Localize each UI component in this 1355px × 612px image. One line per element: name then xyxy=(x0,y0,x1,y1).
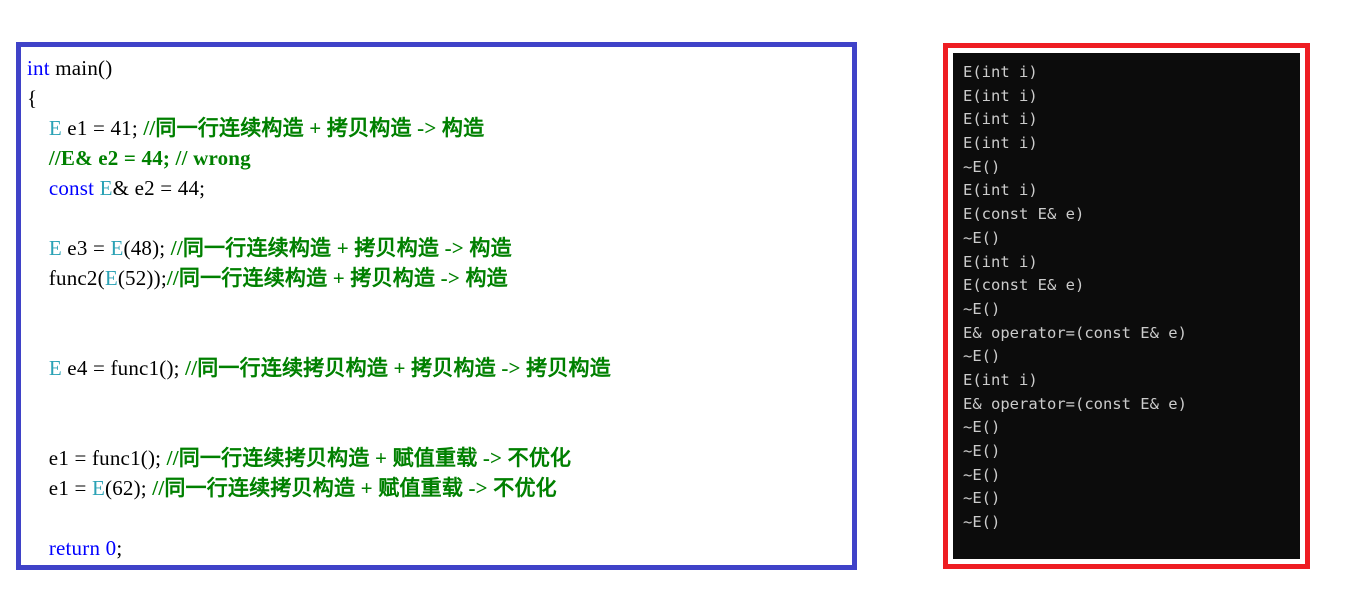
code-token-plain: (52)); xyxy=(117,266,167,290)
code-line: E e1 = 41; //同一行连续构造 + 拷贝构造 -> 构造 xyxy=(27,113,852,143)
console-line: E(int i) xyxy=(963,110,1038,129)
code-token-cmt: //同一行连续构造 + 拷贝构造 -> 构造 xyxy=(170,236,512,260)
code-token-type: E xyxy=(104,266,118,290)
console-line: E(int i) xyxy=(963,370,1038,389)
code-line: E e4 = func1(); //同一行连续拷贝构造 + 拷贝构造 -> 拷贝… xyxy=(27,353,852,383)
code-line: { xyxy=(27,83,852,113)
code-listing: int main() { E e1 = 41; //同一行连续构造 + 拷贝构造 … xyxy=(21,47,852,570)
code-token-cmt: //同一行连续拷贝构造 + 拷贝构造 -> 拷贝构造 xyxy=(185,356,611,380)
console-line: E(int i) xyxy=(963,134,1038,153)
code-token-kw: const xyxy=(48,176,95,200)
code-token-type: E xyxy=(48,116,62,140)
code-token-plain: e1 = 41; xyxy=(61,116,144,140)
code-line: e1 = func1(); //同一行连续拷贝构造 + 赋值重载 -> 不优化 xyxy=(27,443,852,473)
code-line: e1 = E(62); //同一行连续拷贝构造 + 赋值重载 -> 不优化 xyxy=(27,473,852,503)
code-token-kw: 0 xyxy=(105,536,117,560)
code-token-plain: (62); xyxy=(105,476,153,500)
code-token-type: E xyxy=(48,236,62,260)
console-line: ~E() xyxy=(963,347,1001,366)
code-editor-panel: int main() { E e1 = 41; //同一行连续构造 + 拷贝构造 … xyxy=(16,42,857,570)
code-token-plain: e3 = xyxy=(61,236,111,260)
code-token-plain: func2( xyxy=(27,266,105,290)
console-line: ~E() xyxy=(963,442,1001,460)
console-line: E(int i) xyxy=(963,181,1038,200)
code-token-cmt: //同一行连续拷贝构造 + 赋值重载 -> 不优化 xyxy=(152,476,557,500)
console-line: ~E() xyxy=(963,465,1001,484)
code-token-plain: e1 = func1(); xyxy=(27,446,167,470)
console-line-list: E(int i) E(int i) E(int i) E(int i) ~E() E(in… xyxy=(963,61,1300,535)
code-token-cmt: //E& e2 = 44; // wrong xyxy=(48,146,251,170)
code-token-plain: & e2 = 44; xyxy=(112,176,206,200)
console-line: E(int i) xyxy=(963,252,1038,271)
code-token-plain: (48); xyxy=(123,236,171,260)
code-token-plain: { xyxy=(27,86,38,110)
console-line: ~E() xyxy=(963,299,1001,318)
code-line: func2(E(52));//同一行连续构造 + 拷贝构造 -> 构造 xyxy=(27,263,852,293)
console-line: ~E() xyxy=(963,228,1001,247)
code-token-cmt: //同一行连续构造 + 拷贝构造 -> 构造 xyxy=(143,116,485,140)
console-line: ~E() xyxy=(963,418,1001,437)
console-screen: E(int i) E(int i) E(int i) E(int i) ~E() E(in… xyxy=(953,53,1300,559)
code-token-plain: main() xyxy=(49,56,113,80)
console-line: E(int i) xyxy=(963,63,1038,81)
code-token-kw: return xyxy=(48,536,101,560)
code-token-plain: ; xyxy=(116,536,123,560)
console-line: ~E() xyxy=(963,157,1001,176)
console-output-panel: E(int i) E(int i) E(int i) E(int i) ~E() E(in… xyxy=(943,43,1310,569)
code-line: E e3 = E(48); //同一行连续构造 + 拷贝构造 -> 构造 xyxy=(27,233,852,263)
console-line: E& operator=(const E& e) xyxy=(963,394,1187,413)
code-token-kw: int xyxy=(27,56,50,80)
console-line: E(int i) xyxy=(963,86,1038,105)
code-line: return 0; xyxy=(27,533,852,563)
console-line: E(const E& e) xyxy=(963,276,1085,295)
code-token-type: E xyxy=(110,236,124,260)
code-token-type: E xyxy=(48,356,62,380)
code-token-type: E xyxy=(99,176,113,200)
code-token-type: E xyxy=(91,476,105,500)
code-token-plain: } xyxy=(27,566,37,570)
console-line: ~E() xyxy=(963,513,1001,532)
code-token-plain: e1 = xyxy=(27,476,92,500)
code-token-cmt: //同一行连续构造 + 拷贝构造 -> 构造 xyxy=(166,266,508,290)
code-line: } xyxy=(27,563,852,570)
code-line: int main() xyxy=(27,53,852,83)
code-token-cmt: //同一行连续拷贝构造 + 赋值重载 -> 不优化 xyxy=(166,446,572,470)
code-line: //E& e2 = 44; // wrong xyxy=(27,143,852,173)
code-line: const E& e2 = 44; xyxy=(27,173,852,203)
code-token-plain: e4 = func1(); xyxy=(61,356,186,380)
console-line: E(const E& e) xyxy=(963,205,1085,224)
console-line: ~E() xyxy=(963,489,1001,508)
console-line: E& operator=(const E& e) xyxy=(963,323,1187,342)
